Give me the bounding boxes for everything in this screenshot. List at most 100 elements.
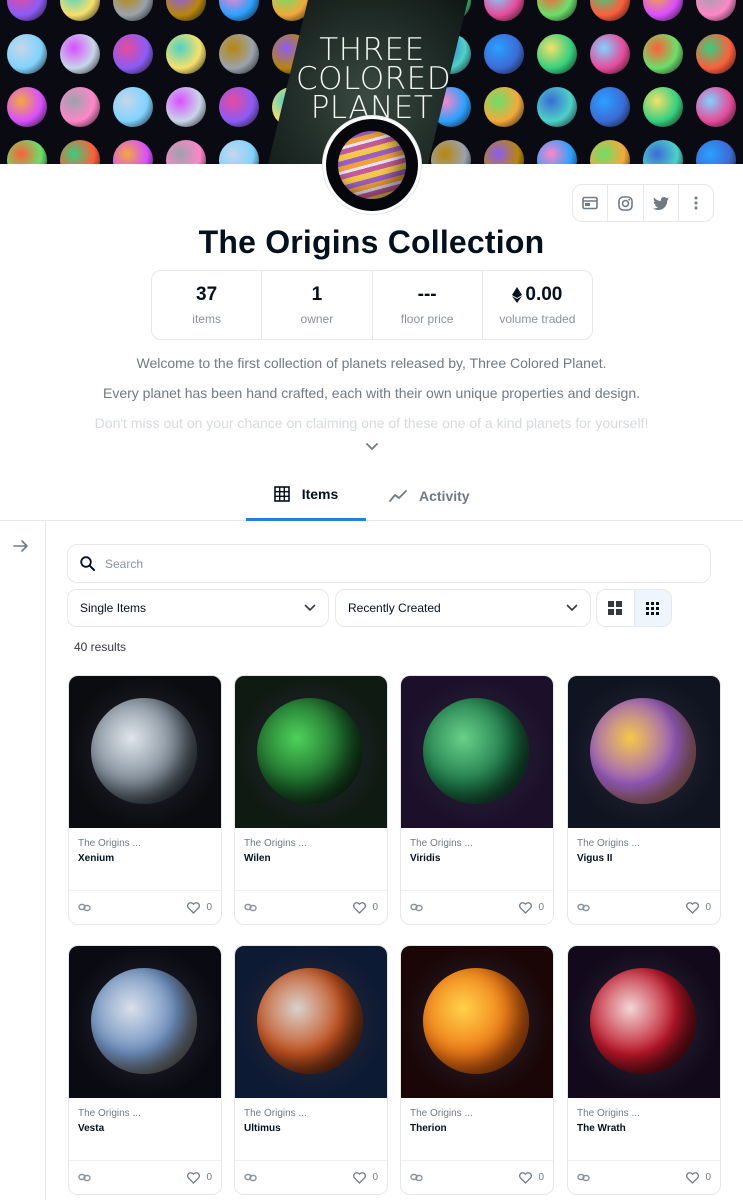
asset-footer: 0 (69, 890, 221, 924)
banner-tile (106, 80, 159, 133)
banner-tile (212, 80, 265, 133)
banner-planet-icon (165, 86, 206, 127)
large-grid-button[interactable] (597, 590, 634, 626)
item-type-select[interactable]: Single Items (67, 589, 329, 627)
asset-collection-name[interactable]: The Origins ... (244, 1108, 379, 1119)
link-icon[interactable] (410, 903, 423, 912)
favorite-button[interactable]: 0 (519, 1171, 544, 1184)
social-links-group (572, 184, 714, 222)
asset-card[interactable]: The Origins ... Ultimus 0 (234, 945, 388, 1195)
search-box (67, 544, 711, 583)
tab-activity[interactable]: Activity (389, 470, 470, 521)
link-icon[interactable] (410, 1173, 423, 1182)
asset-card[interactable]: The Origins ... Xenium 0 (68, 675, 222, 925)
stat-label: items (192, 312, 221, 326)
asset-collection-name[interactable]: The Origins ... (410, 838, 545, 849)
asset-image[interactable] (69, 676, 221, 828)
banner-planet-icon (165, 139, 206, 164)
asset-footer: 0 (69, 1160, 221, 1194)
asset-footer: 0 (235, 890, 387, 924)
banner-tile (212, 133, 265, 164)
asset-card[interactable]: The Origins ... Wilen 0 (234, 675, 388, 925)
asset-card[interactable]: The Origins ... Vesta 0 (68, 945, 222, 1195)
arrow-right-icon (13, 540, 28, 552)
asset-collection-name[interactable]: The Origins ... (78, 1108, 213, 1119)
asset-card[interactable]: The Origins ... Viridis 0 (400, 675, 554, 925)
banner-planet-icon (165, 33, 206, 74)
asset-card[interactable]: The Origins ... Vigus II 0 (567, 675, 721, 925)
asset-card[interactable]: The Origins ... The Wrath 0 (567, 945, 721, 1195)
asset-collection-name[interactable]: The Origins ... (78, 838, 213, 849)
website-button[interactable] (573, 185, 609, 221)
favorite-button[interactable]: 0 (187, 901, 212, 914)
stat-owners[interactable]: 1 owner (262, 271, 373, 339)
asset-image[interactable] (568, 946, 720, 1098)
banner-planet-icon (112, 86, 153, 127)
banner-tile (583, 133, 636, 164)
asset-collection-name[interactable]: The Origins ... (410, 1108, 545, 1119)
asset-footer: 0 (568, 1160, 720, 1194)
favorite-button[interactable]: 0 (353, 1171, 378, 1184)
banner-planet-icon (642, 0, 683, 21)
asset-name: The Wrath (577, 1123, 626, 1134)
link-icon[interactable] (244, 1173, 257, 1182)
instagram-icon (618, 195, 633, 211)
search-input[interactable] (105, 556, 665, 571)
link-icon[interactable] (244, 903, 257, 912)
tab-items[interactable]: Items (246, 470, 366, 521)
asset-name: Viridis (410, 853, 441, 864)
favorite-count: 0 (705, 1172, 711, 1183)
asset-image[interactable] (235, 946, 387, 1098)
expand-description-button[interactable] (362, 440, 382, 454)
link-icon[interactable] (78, 903, 91, 912)
link-icon[interactable] (78, 1173, 91, 1182)
collection-title: The Origins Collection (198, 224, 545, 260)
favorite-button[interactable]: 0 (686, 901, 711, 914)
sort-select[interactable]: Recently Created (335, 589, 591, 627)
asset-image[interactable] (235, 676, 387, 828)
banner-planet-icon (642, 86, 683, 127)
asset-collection-name[interactable]: The Origins ... (244, 838, 379, 849)
asset-image[interactable] (401, 946, 553, 1098)
asset-image[interactable] (69, 946, 221, 1098)
banner-tile (477, 0, 530, 27)
banner-planet-icon (589, 86, 630, 127)
tab-activity-label: Activity (419, 487, 470, 504)
asset-info: The Origins ... Wilen (244, 838, 379, 864)
planet-image (257, 698, 363, 804)
collection-tabs: Items Activity (0, 470, 743, 521)
favorite-button[interactable]: 0 (686, 1171, 711, 1184)
instagram-button[interactable] (608, 185, 644, 221)
asset-collection-name[interactable]: The Origins ... (577, 1108, 712, 1119)
item-type-select-value: Single Items (80, 601, 147, 615)
banner-planet-icon (112, 139, 153, 164)
planet-image (423, 968, 529, 1074)
description-line: Every planet has been hand crafted, each… (102, 385, 641, 401)
favorite-button[interactable]: 0 (187, 1171, 212, 1184)
open-filters-button[interactable] (12, 539, 30, 553)
link-icon[interactable] (577, 903, 590, 912)
heart-icon (519, 1171, 533, 1184)
banner-tile (636, 27, 689, 80)
banner-planet-icon (642, 33, 683, 74)
asset-name: Vigus II (577, 853, 613, 864)
planet-image (257, 968, 363, 1074)
banner-planet-icon (536, 86, 577, 127)
small-grid-button[interactable] (633, 590, 671, 626)
link-icon[interactable] (577, 1173, 590, 1182)
asset-image[interactable] (401, 676, 553, 828)
favorite-button[interactable]: 0 (353, 901, 378, 914)
twitter-button[interactable] (644, 185, 679, 221)
ethereum-icon (512, 287, 523, 303)
asset-collection-name[interactable]: The Origins ... (577, 838, 712, 849)
banner-tile (636, 80, 689, 133)
stat-items[interactable]: 37 items (152, 271, 263, 339)
stat-volume-traded[interactable]: 0.00 volume traded (483, 271, 592, 339)
asset-card[interactable]: The Origins ... Therion 0 (400, 945, 554, 1195)
more-options-button[interactable] (679, 185, 713, 221)
banner-planet-icon (695, 139, 736, 164)
asset-image[interactable] (568, 676, 720, 828)
favorite-button[interactable]: 0 (519, 901, 544, 914)
results-count: 40 results (74, 640, 127, 654)
stat-floor-price[interactable]: --- floor price (373, 271, 483, 339)
